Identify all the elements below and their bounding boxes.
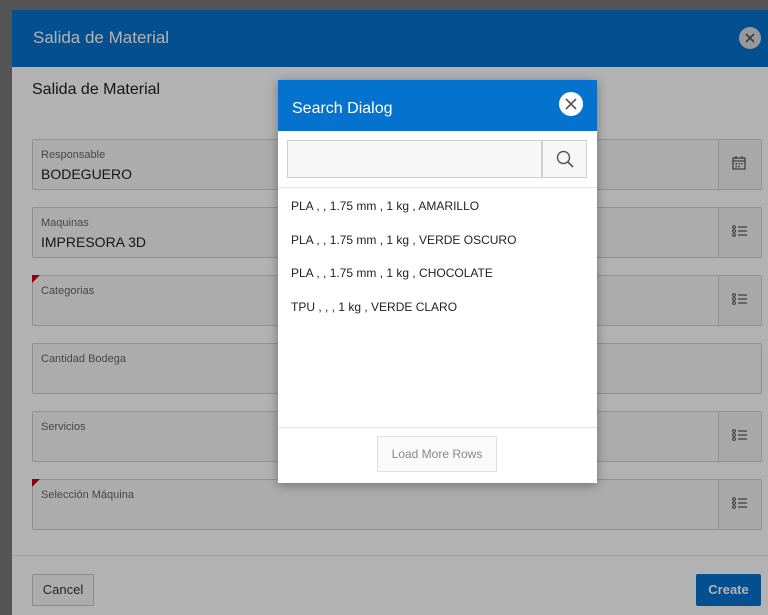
result-item[interactable]: PLA , , 1.75 mm , 1 kg , VERDE OSCURO	[291, 233, 516, 247]
search-button[interactable]	[542, 140, 587, 178]
search-dialog: Search Dialog PLA , , 1.75 mm , 1 kg , A…	[278, 80, 597, 483]
result-item[interactable]: PLA , , 1.75 mm , 1 kg , CHOCOLATE	[291, 266, 493, 280]
result-item[interactable]: PLA , , 1.75 mm , 1 kg , AMARILLO	[291, 199, 479, 213]
dialog-divider	[278, 187, 597, 188]
result-item[interactable]: TPU , , , 1 kg , VERDE CLARO	[291, 300, 457, 314]
dialog-close-button[interactable]	[559, 92, 583, 116]
load-more-button[interactable]: Load More Rows	[377, 436, 497, 472]
search-dialog-title: Search Dialog	[292, 100, 393, 117]
search-icon	[556, 150, 574, 168]
dialog-divider	[278, 427, 597, 428]
close-icon	[565, 98, 577, 110]
search-input[interactable]	[287, 140, 542, 178]
search-dialog-header: Search Dialog	[278, 80, 597, 131]
